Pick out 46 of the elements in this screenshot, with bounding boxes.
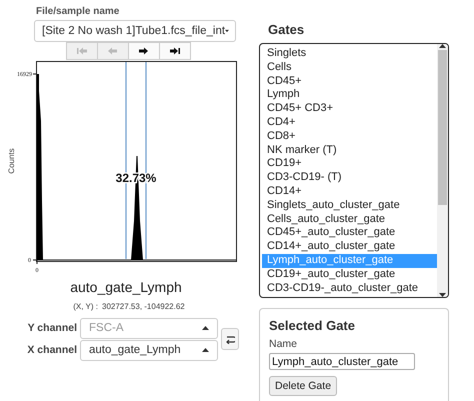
gate-item[interactable]: CD14+	[262, 184, 437, 199]
caret-icon	[225, 29, 229, 33]
gate-item[interactable]: Singlets	[262, 47, 437, 61]
field-label: Name	[269, 338, 298, 351]
panel-title: Selected Gate	[269, 318, 356, 334]
channel-select[interactable]: auto_gate_Lymph	[80, 340, 218, 360]
gate-item[interactable]: CD45+	[262, 74, 437, 88]
channel-label: X channel	[26, 344, 78, 356]
arrow-icon	[108, 47, 118, 55]
gate-item[interactable]: Cells	[262, 60, 437, 75]
caret-icon	[439, 44, 446, 48]
channel-label: Y channel	[26, 322, 78, 334]
gate-item[interactable]: CD3-CD19- (T)	[262, 171, 437, 185]
scrollbar[interactable]	[437, 44, 448, 297]
arrow-icon	[139, 47, 149, 55]
delete-gate-button[interactable]: Delete Gate	[269, 376, 338, 396]
caret-icon	[439, 293, 446, 297]
gate-item[interactable]: CD8+	[262, 130, 437, 144]
gate-item[interactable]: CD45+_auto_cluster_gate	[262, 226, 437, 240]
gate-item[interactable]: Singlets_auto_cluster_gate	[262, 198, 437, 213]
gate-item[interactable]: CD19+	[262, 157, 437, 172]
swap-button[interactable]	[221, 328, 239, 350]
gate-item[interactable]: CD14+_auto_cluster_gate	[262, 240, 437, 254]
gate-item[interactable]: CD3-CD19-_auto_cluster_gate	[262, 282, 437, 296]
caret-icon	[202, 348, 209, 352]
gate-item[interactable]: CD19+_auto_cluster_gate	[262, 268, 437, 282]
coordinates-label: (X, Y) :	[73, 302, 98, 313]
gate-item[interactable]: Cells_auto_cluster_gate	[262, 212, 437, 226]
gate-item[interactable]: Lymph	[262, 88, 437, 102]
nav-button[interactable]	[128, 42, 160, 60]
swap-icon	[226, 334, 234, 344]
gate-item[interactable]: CD45+ CD3+	[262, 102, 437, 116]
arrow-icon	[77, 47, 87, 55]
axis-label: Counts	[7, 148, 16, 174]
gate-item[interactable]: CD4+	[262, 116, 437, 130]
nav-button[interactable]	[159, 42, 191, 60]
caret-icon	[202, 326, 209, 330]
section-title: Gates	[267, 22, 306, 38]
gates-listbox[interactable]	[259, 43, 449, 298]
name-field[interactable]: Lymph_auto_cluster_gate	[269, 353, 415, 370]
field-label: File/sample name	[36, 5, 120, 19]
sample-select[interactable]: [Site 2 No wash 1]Tube1.fcs_file_int	[34, 20, 236, 42]
gate-item[interactable]: NK marker (T)	[262, 144, 437, 158]
arrow-icon	[170, 47, 180, 55]
plot-title: auto_gate_Lymph	[69, 278, 183, 296]
coordinates-value: 302727.53, -104922.62	[102, 302, 185, 313]
